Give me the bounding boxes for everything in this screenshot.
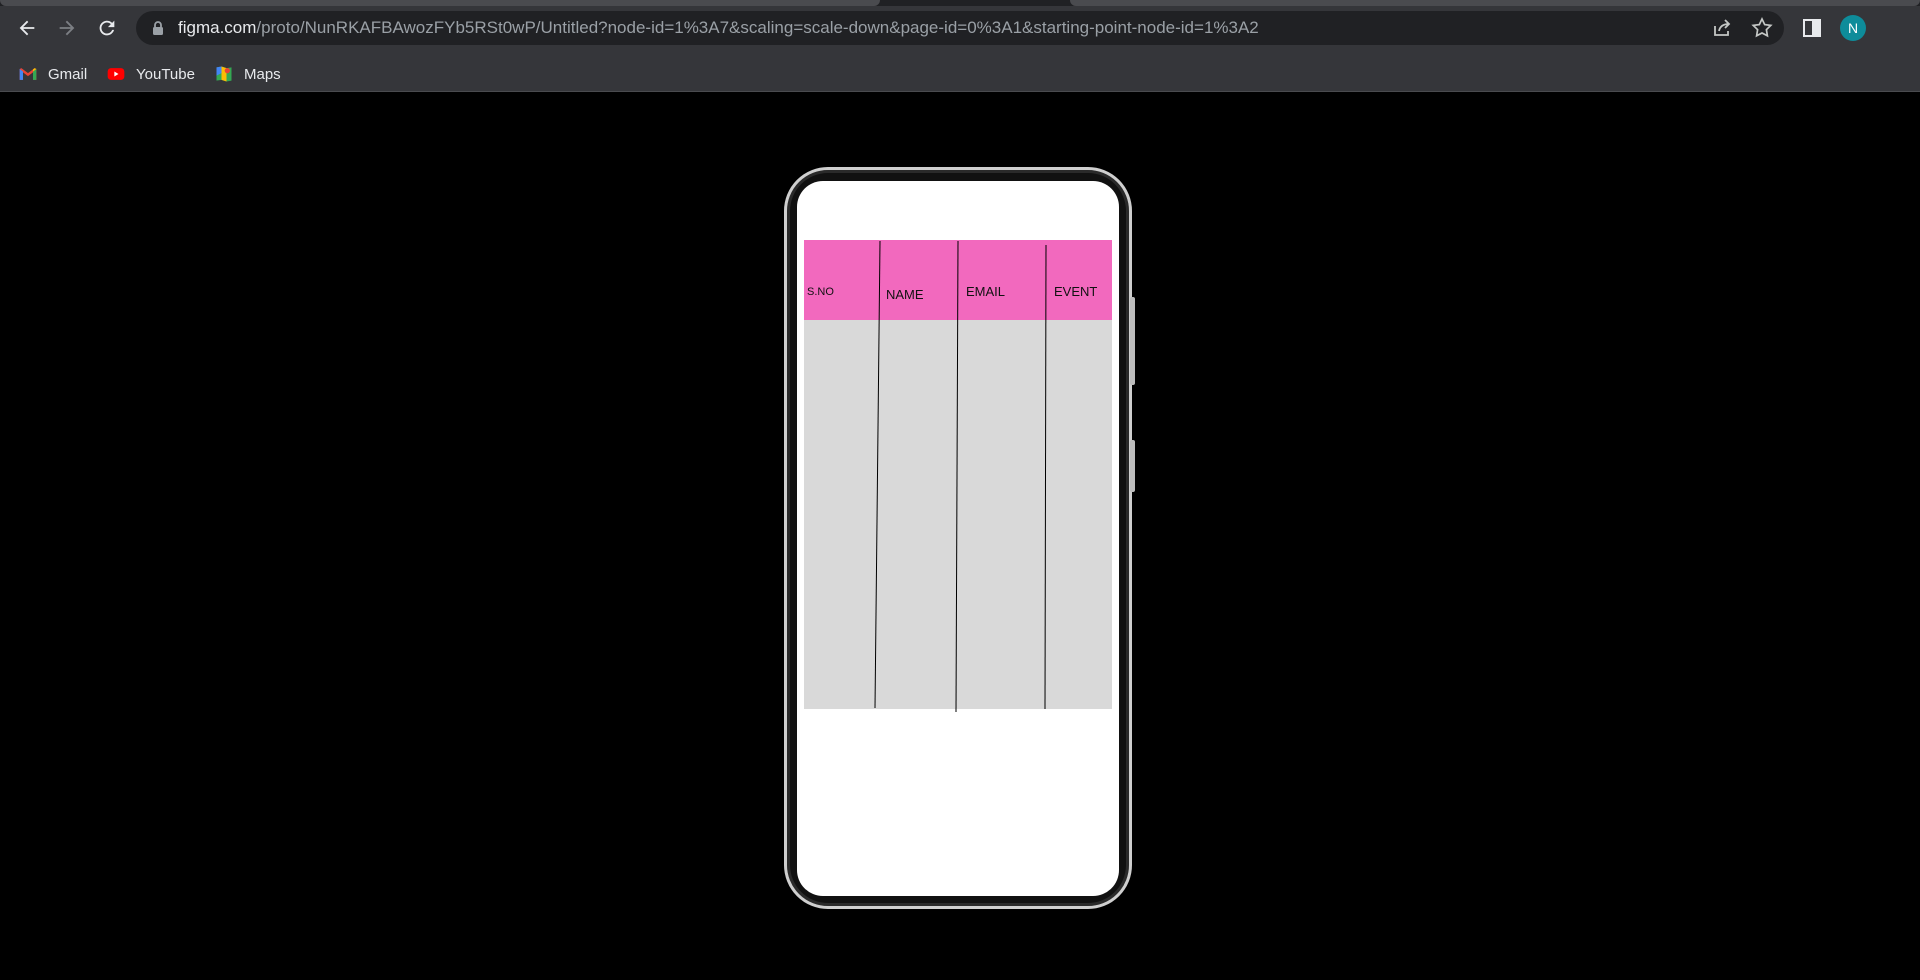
bookmark-maps[interactable]: Maps: [214, 60, 281, 88]
url-text[interactable]: figma.com/proto/NunRKAFBAwozFYb5RSt0wP/U…: [178, 17, 1259, 39]
url-path: /proto/NunRKAFBAwozFYb5RSt0wP/Untitled?n…: [256, 18, 1259, 37]
bookmark-label: Maps: [244, 65, 281, 83]
url-host: figma.com: [178, 18, 257, 37]
tab-edge[interactable]: [1070, 0, 1920, 6]
profile-avatar[interactable]: N: [1840, 15, 1866, 41]
forward-button[interactable]: [51, 12, 83, 44]
bookmark-label: YouTube: [136, 65, 195, 83]
reload-button[interactable]: [91, 12, 123, 44]
bookmark-gmail[interactable]: Gmail: [18, 60, 87, 88]
back-button[interactable]: [11, 12, 43, 44]
column-divider: [1044, 244, 1047, 710]
column-divider: [955, 240, 959, 713]
gmail-icon: [19, 68, 37, 80]
maps-icon: [216, 66, 232, 82]
share-icon[interactable]: [1710, 16, 1734, 40]
bookmark-label: Gmail: [48, 65, 88, 83]
reload-icon: [99, 20, 115, 36]
side-panel-icon[interactable]: [1800, 16, 1824, 40]
bookmarks-bar: Gmail YouTube Maps: [0, 56, 1920, 92]
phone-side-button: [1130, 440, 1135, 492]
column-divider: [874, 240, 881, 709]
data-table: S.NO NAME EMAIL EVENT: [804, 240, 1112, 713]
youtube-icon: [107, 68, 125, 80]
browser-toolbar: figma.com/proto/NunRKAFBAwozFYb5RSt0wP/U…: [0, 0, 1920, 56]
tab-edge[interactable]: [0, 0, 880, 6]
back-arrow-icon: [19, 20, 35, 36]
prototype-screen[interactable]: S.NO NAME EMAIL EVENT: [797, 181, 1119, 896]
lock-icon[interactable]: [150, 20, 166, 36]
bookmark-youtube[interactable]: YouTube: [106, 60, 195, 88]
phone-side-button: [1130, 297, 1135, 385]
forward-arrow-icon: [59, 20, 75, 36]
column-divider-lines: [874, 240, 1047, 713]
star-icon[interactable]: [1750, 16, 1774, 40]
